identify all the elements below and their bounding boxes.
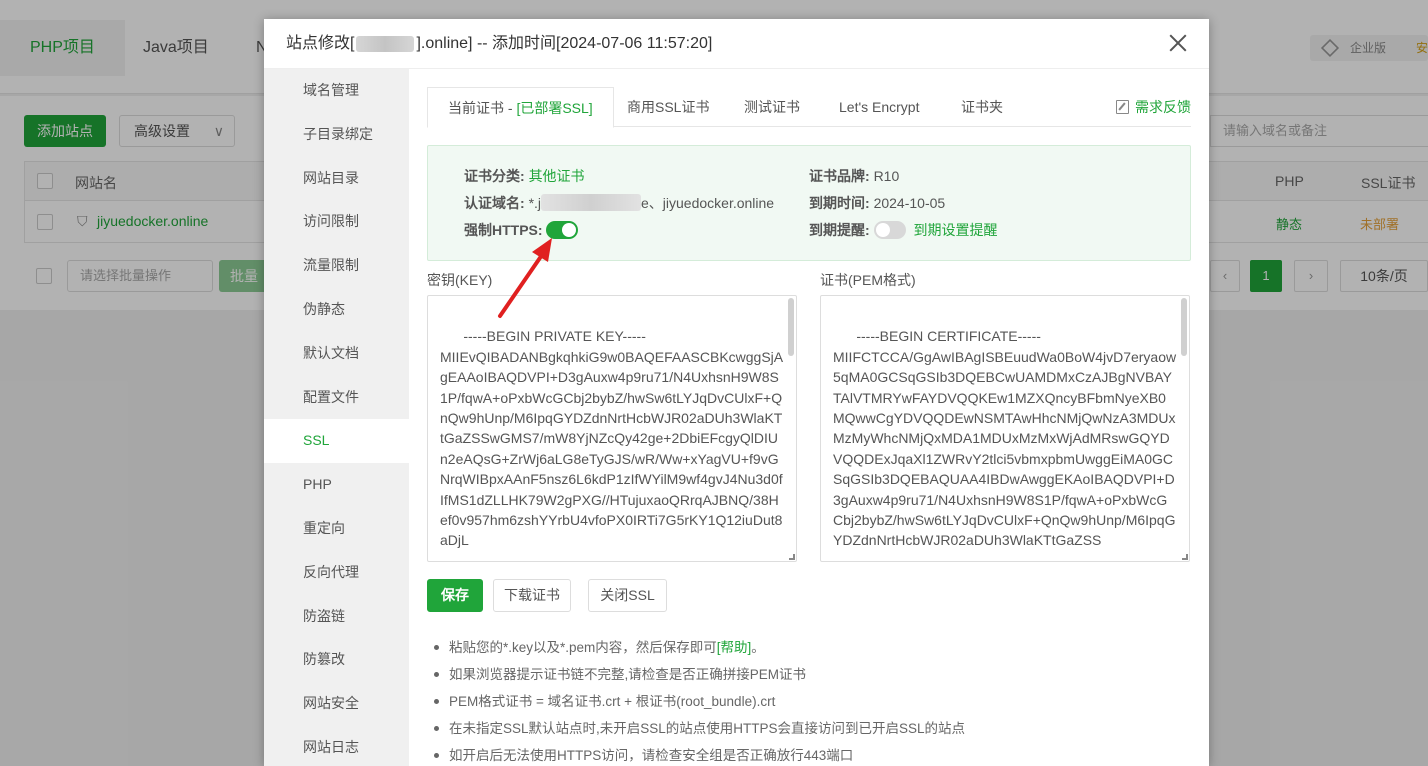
sidebar-item-rewrite[interactable]: 伪静态 — [264, 288, 409, 332]
force-https-row: 强制HTTPS: — [464, 220, 579, 240]
tab-test-cert[interactable]: 测试证书 — [744, 87, 800, 127]
list-item: PEM格式证书 = 域名证书.crt + 根证书(root_bundle).cr… — [431, 688, 1191, 715]
cert-info-box: 证书分类: 其他证书 认证域名: *.j e、jiyuedocker.online… — [427, 145, 1191, 261]
list-item: 如开启后无法使用HTTPS访问，请检查安全组是否正确放行443端口 — [431, 742, 1191, 766]
dialog-sidebar: 域名管理 子目录绑定 网站目录 访问限制 流量限制 伪静态 默认文档 配置文件 … — [264, 69, 409, 766]
tab-current-cert-label: 当前证书 - — [448, 100, 517, 116]
sidebar-item-site-dir[interactable]: 网站目录 — [264, 157, 409, 201]
cert-expire: 到期时间: 2024-10-05 — [809, 193, 945, 213]
sidebar-item-domain[interactable]: 域名管理 — [264, 69, 409, 113]
feedback-link[interactable]: 需求反馈 — [1116, 87, 1191, 127]
redacted-mask — [541, 194, 642, 211]
list-item: 如果浏览器提示证书链不完整,请检查是否正确拼接PEM证书 — [431, 661, 1191, 688]
sidebar-item-traffic[interactable]: 流量限制 — [264, 244, 409, 288]
close-ssl-button[interactable]: 关闭SSL — [588, 579, 667, 612]
force-https-toggle[interactable] — [546, 221, 579, 239]
cert-brand-label: 证书品牌: — [809, 168, 870, 184]
dialog-title-prefix: 站点修改[ — [286, 35, 355, 52]
key-label: 密钥(KEY) — [427, 272, 493, 288]
list-item: 粘贴您的*.key以及*.pem内容，然后保存即可[帮助]。 — [431, 634, 1191, 661]
feedback-label: 需求反馈 — [1135, 99, 1191, 115]
cert-expire-value: 2024-10-05 — [873, 195, 946, 211]
force-https-label: 强制HTTPS: — [464, 222, 543, 238]
ssl-tabs: 当前证书 - [已部署SSL] 商用SSL证书 测试证书 Let's Encry… — [427, 87, 1191, 128]
sidebar-item-php[interactable]: PHP — [264, 463, 409, 507]
ssl-tips-list: 粘贴您的*.key以及*.pem内容，然后保存即可[帮助]。 如果浏览器提示证书… — [431, 634, 1191, 766]
sidebar-item-proxy[interactable]: 反向代理 — [264, 551, 409, 595]
close-icon[interactable] — [1167, 32, 1189, 54]
sidebar-item-redirect[interactable]: 重定向 — [264, 507, 409, 551]
help-link[interactable]: [帮助] — [717, 640, 752, 655]
sidebar-item-default-doc[interactable]: 默认文档 — [264, 332, 409, 376]
edit-icon — [1116, 100, 1129, 114]
ssl-panel: 当前证书 - [已部署SSL] 商用SSL证书 测试证书 Let's Encry… — [409, 69, 1209, 766]
toggle-knob — [562, 223, 577, 237]
cert-brand-value: R10 — [873, 168, 900, 184]
cert-domains: 认证域名: *.j e、jiyuedocker.online — [464, 193, 774, 213]
scrollbar[interactable] — [1181, 298, 1187, 356]
sidebar-item-tamper[interactable]: 防篡改 — [264, 638, 409, 682]
tab-cert-folder[interactable]: 证书夹 — [961, 87, 1003, 127]
tab-current-cert[interactable]: 当前证书 - [已部署SSL] — [427, 87, 614, 128]
cert-category: 证书分类: 其他证书 — [464, 166, 585, 186]
resize-handle[interactable] — [789, 554, 795, 560]
sidebar-item-logs[interactable]: 网站日志 — [264, 726, 409, 766]
toggle-knob — [875, 223, 890, 237]
certificate-text: -----BEGIN CERTIFICATE----- MIIFCTCCA/Gg… — [833, 328, 1177, 549]
cert-domains-label: 认证域名: — [464, 195, 525, 211]
cert-category-label: 证书分类: — [464, 168, 525, 184]
cert-expire-label: 到期时间: — [809, 195, 870, 211]
sidebar-item-security[interactable]: 网站安全 — [264, 682, 409, 726]
download-cert-button[interactable]: 下载证书 — [493, 579, 571, 612]
sidebar-item-config[interactable]: 配置文件 — [264, 376, 409, 420]
cert-domains-suffix: e、jiyuedocker.online — [641, 195, 775, 211]
sidebar-item-ssl[interactable]: SSL — [264, 419, 409, 464]
sidebar-item-access[interactable]: 访问限制 — [264, 200, 409, 244]
tip-tail: 。 — [751, 640, 765, 655]
tab-lets-encrypt[interactable]: Let's Encrypt — [839, 87, 920, 127]
redacted-mask — [356, 35, 415, 52]
resize-handle[interactable] — [1182, 554, 1188, 560]
cert-domains-prefix: *.j — [528, 195, 542, 211]
private-key-textarea[interactable]: -----BEGIN PRIVATE KEY----- MIIEvQIBADAN… — [427, 295, 797, 562]
dialog-title: 站点修改[ ].online] -- 添加时间[2024-07-06 11:57:… — [264, 19, 1209, 69]
sidebar-item-subdir[interactable]: 子目录绑定 — [264, 113, 409, 157]
cert-label: 证书(PEM格式) — [820, 272, 916, 288]
sidebar-item-hotlink[interactable]: 防盗链 — [264, 595, 409, 639]
private-key-text: -----BEGIN PRIVATE KEY----- MIIEvQIBADAN… — [440, 328, 784, 549]
cert-category-value: 其他证书 — [528, 168, 585, 184]
list-item: 在未指定SSL默认站点时,未开启SSL的站点使用HTTPS会直接访问到已开启SS… — [431, 715, 1191, 742]
expire-reminder-row: 到期提醒: 到期设置提醒 — [809, 220, 997, 240]
expire-reminder-toggle[interactable] — [873, 221, 906, 239]
save-button[interactable]: 保存 — [427, 579, 483, 612]
ssl-deployed-status: [已部署SSL] — [516, 100, 593, 116]
dialog-title-suffix: ].online] -- 添加时间[2024-07-06 11:57:20] — [416, 35, 713, 52]
cert-brand: 证书品牌: R10 — [809, 166, 899, 186]
certificate-textarea[interactable]: -----BEGIN CERTIFICATE----- MIIFCTCCA/Gg… — [820, 295, 1190, 562]
tab-commercial-ssl[interactable]: 商用SSL证书 — [627, 87, 709, 127]
expire-reminder-link[interactable]: 到期设置提醒 — [913, 222, 997, 238]
scrollbar[interactable] — [788, 298, 794, 356]
site-edit-dialog: 站点修改[ ].online] -- 添加时间[2024-07-06 11:57:… — [264, 19, 1209, 766]
expire-reminder-label: 到期提醒: — [809, 222, 870, 238]
tip-text: 粘贴您的*.key以及*.pem内容，然后保存即可 — [449, 640, 717, 655]
